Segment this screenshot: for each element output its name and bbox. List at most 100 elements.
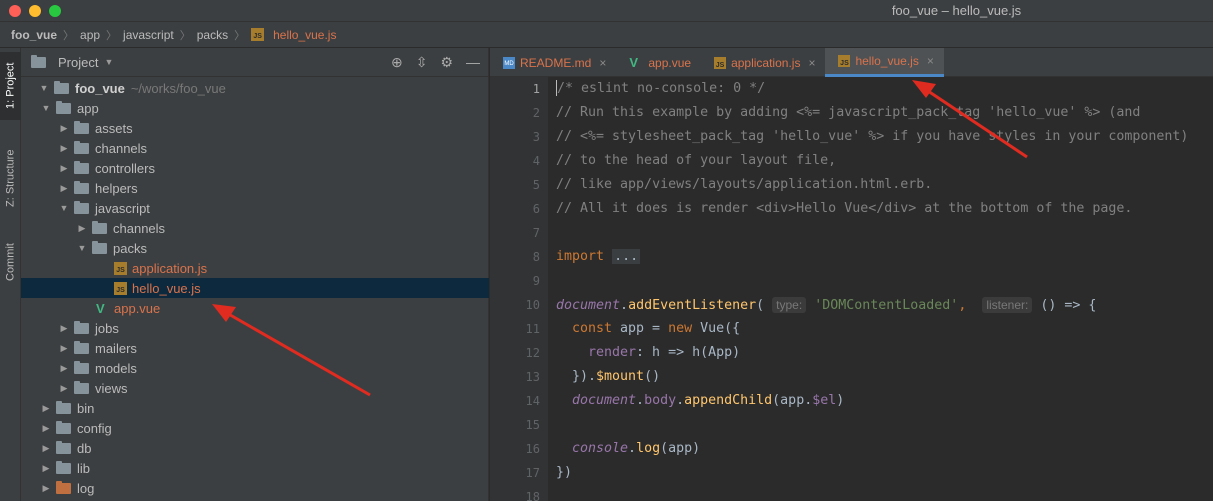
hide-panel-icon[interactable]: — [466,54,480,71]
tree-item-javascript[interactable]: ▼ javascript [21,198,489,218]
breadcrumb-item-file[interactable]: hello_vue.js [273,28,336,42]
tree-item-config[interactable]: ▶ config [21,418,489,438]
tool-tab-project[interactable]: 1: Project [0,52,21,120]
tool-tab-structure[interactable]: Z: Structure [0,138,21,218]
tree-item-log[interactable]: ▶ log [21,478,489,498]
breadcrumb-item-app[interactable]: app [80,28,100,42]
chevron-right-icon[interactable]: ▶ [41,403,51,414]
line-number: 7 [532,226,540,240]
line-number: 14 [525,394,540,408]
chevron-right-icon[interactable]: ▶ [59,143,69,154]
folder-icon [74,320,89,334]
tree-item-views[interactable]: ▶ views [21,378,489,398]
tree-item-models[interactable]: ▶ models [21,358,489,378]
line-number: 6 [532,202,540,216]
chevron-right-icon[interactable]: ▶ [41,483,51,494]
chevron-down-icon[interactable]: ▼ [41,103,51,113]
tab-readme-md[interactable]: MD README.md × [490,48,616,77]
project-view-selector[interactable]: Project [58,55,98,70]
vue-file-icon: V [629,55,639,70]
chevron-right-icon[interactable]: ▶ [41,423,51,434]
line-number: 8 [532,250,540,264]
line-number: 4 [532,154,540,168]
tree-item-db[interactable]: ▶ db [21,438,489,458]
folder-icon [74,120,89,134]
chevron-down-icon[interactable]: ▼ [77,243,87,253]
close-icon[interactable]: × [927,54,934,68]
collapse-all-icon[interactable]: ⇳ [416,54,428,71]
line-number: 1 [532,82,540,96]
breadcrumb-item-packs[interactable]: packs [197,28,228,42]
chevron-down-icon[interactable]: ▼ [39,83,49,93]
tool-tab-commit[interactable]: Commit [0,233,21,291]
breadcrumb-item-foo-vue[interactable]: foo_vue [11,28,57,42]
line-number: 16 [525,442,540,456]
tree-item-app[interactable]: ▼ app [21,98,489,118]
title-bar: foo_vue – hello_vue.js [0,0,1213,22]
tree-item-lib[interactable]: ▶ lib [21,458,489,478]
chevron-right-icon[interactable]: ▶ [59,383,69,394]
folded-imports[interactable]: ... [612,249,641,264]
close-icon[interactable]: × [599,56,606,70]
breadcrumb-item-javascript[interactable]: javascript [123,28,174,42]
tree-item-js-channels[interactable]: ▶ channels [21,218,489,238]
line-number-gutter[interactable]: 1 2 3 4 5 6 7 8 9 10 11 12 13 14 15 16 1… [490,77,548,501]
chevron-right-icon[interactable]: ▶ [59,183,69,194]
tree-item-foo-vue[interactable]: ▼ foo_vue ~/works/foo_vue [21,78,489,98]
code-line-8: import ... [556,249,641,264]
line-number: 10 [525,298,540,312]
tab-application-js[interactable]: JS application.js × [701,48,825,77]
folder-icon [74,140,89,154]
chevron-right-icon[interactable]: ▶ [41,443,51,454]
tree-item-hello-vue-js[interactable]: JS hello_vue.js [21,278,489,298]
chevron-down-icon[interactable]: ▼ [104,57,113,67]
chevron-right-icon[interactable]: ▶ [41,463,51,474]
locate-file-icon[interactable]: ⊕ [391,54,403,71]
code-line-12: const app = new Vue({ [572,321,741,336]
chevron-right-icon[interactable]: ▶ [59,123,69,134]
tree-item-application-js[interactable]: JS application.js [21,258,489,278]
folder-icon [74,340,89,354]
js-file-icon: JS [714,56,727,69]
line-number: 11 [525,322,540,336]
line-number: 15 [525,418,540,432]
breadcrumb-separator-icon: 〉 [106,29,118,42]
tree-item-channels[interactable]: ▶ channels [21,138,489,158]
tree-item-mailers[interactable]: ▶ mailers [21,338,489,358]
parameter-hint: listener: [982,297,1033,313]
chevron-right-icon[interactable]: ▶ [59,363,69,374]
breadcrumb-separator-icon: 〉 [234,29,246,42]
folder-icon [54,80,69,94]
code-line-15: document.body.appendChild(app.$el) [572,393,845,408]
folder-icon [74,380,89,394]
tree-item-assets[interactable]: ▶ assets [21,118,489,138]
line-number: 3 [532,130,540,144]
gear-icon[interactable]: ⚙ [440,54,453,71]
folder-icon [92,220,107,234]
tree-item-jobs[interactable]: ▶ jobs [21,318,489,338]
code-line-3: // <%= stylesheet_pack_tag 'hello_vue' %… [556,129,1189,144]
line-number: 2 [532,106,540,120]
tree-item-bin[interactable]: ▶ bin [21,398,489,418]
tab-hello-vue-js[interactable]: JS hello_vue.js × [825,48,944,77]
tab-app-vue[interactable]: V app.vue [616,48,701,77]
vue-file-icon: V [96,300,105,316]
tree-item-packs[interactable]: ▼ packs [21,238,489,258]
code-editor[interactable]: /* eslint no-console: 0 */ // Run this e… [548,77,1213,501]
tree-item-controllers[interactable]: ▶ controllers [21,158,489,178]
code-line-6: // All it does is render <div>Hello Vue<… [556,201,1133,216]
folder-icon [56,420,71,434]
tree-item-helpers[interactable]: ▶ helpers [21,178,489,198]
tool-window-strip: 1: Project Z: Structure Commit [0,48,21,501]
chevron-right-icon[interactable]: ▶ [59,323,69,334]
tree-item-app-vue[interactable]: V app.vue [21,298,489,318]
project-folder-icon [31,54,46,68]
chevron-right-icon[interactable]: ▶ [59,343,69,354]
chevron-right-icon[interactable]: ▶ [77,223,87,234]
chevron-right-icon[interactable]: ▶ [59,163,69,174]
code-line-11: document.addEventListener( type: 'DOMCon… [556,297,1097,313]
close-icon[interactable]: × [808,56,815,70]
markdown-file-icon: MD [503,56,515,69]
chevron-down-icon[interactable]: ▼ [59,203,69,213]
project-panel: Project ▼ ⊕ ⇳ ⚙ — ▼ foo_vue ~/works/foo_… [21,48,489,501]
